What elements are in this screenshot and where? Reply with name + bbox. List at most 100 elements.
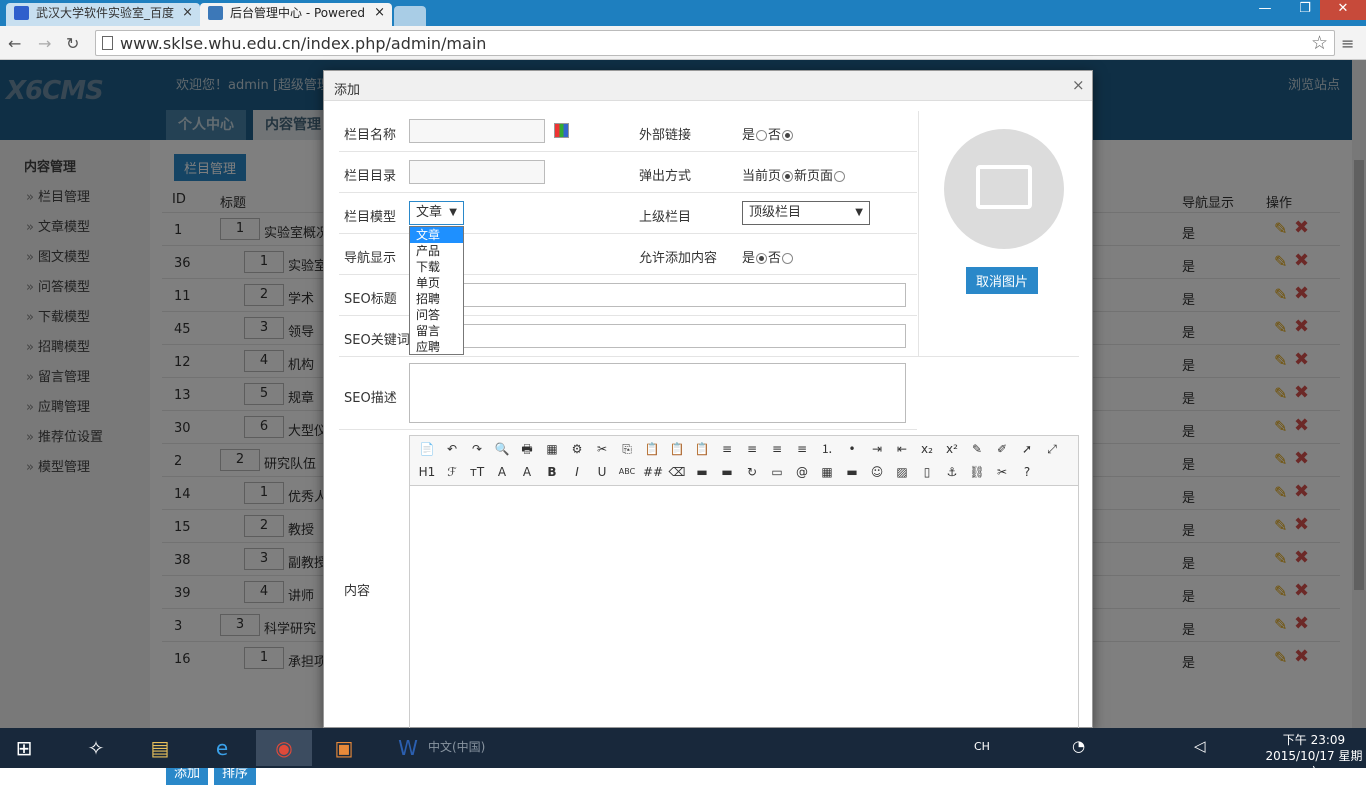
toolbar-paste-icon[interactable]: 📋: [643, 440, 661, 458]
toolbar-bold-icon[interactable]: B: [543, 463, 561, 481]
seo-keywords-input[interactable]: [409, 324, 906, 348]
model-option[interactable]: 单页: [410, 275, 463, 291]
model-option[interactable]: 问答: [410, 307, 463, 323]
toolbar-pagebreak-icon[interactable]: ▯: [918, 463, 936, 481]
toolbar-anchor-icon[interactable]: ⚓: [943, 463, 961, 481]
reload-icon[interactable]: ↻: [66, 34, 79, 53]
toolbar-emoticon-icon[interactable]: ☺: [868, 463, 886, 481]
toolbar-redo-icon[interactable]: ↷: [468, 440, 486, 458]
popup-current-radio[interactable]: [782, 171, 794, 182]
toolbar-attachment-icon[interactable]: @: [793, 463, 811, 481]
toolbar-align-center-icon[interactable]: ≡: [743, 440, 761, 458]
allow-no-radio[interactable]: [782, 253, 794, 264]
new-tab-button[interactable]: [394, 6, 426, 26]
bookmark-star-icon[interactable]: ☆: [1311, 32, 1328, 54]
toolbar-cut-icon[interactable]: ✂: [593, 440, 611, 458]
close-icon[interactable]: ×: [1072, 76, 1085, 94]
toolbar-table-icon[interactable]: ▦: [818, 463, 836, 481]
toolbar-indent-icon[interactable]: ⇥: [868, 440, 886, 458]
browser-tab-1[interactable]: 武汉大学软件实验室_百度 ×: [6, 3, 200, 26]
file-explorer-icon[interactable]: ▤: [132, 730, 188, 766]
allow-yes-radio[interactable]: [756, 253, 768, 264]
toolbar-align-right-icon[interactable]: ≡: [768, 440, 786, 458]
internet-explorer-icon[interactable]: e: [194, 730, 250, 766]
model-option[interactable]: 留言: [410, 323, 463, 339]
toolbar-media-icon[interactable]: ▭: [768, 463, 786, 481]
seo-title-input[interactable]: [409, 283, 906, 307]
close-window-icon[interactable]: ✕: [1320, 0, 1366, 20]
toolbar-template-icon[interactable]: ▦: [543, 440, 561, 458]
dir-input[interactable]: [409, 160, 545, 184]
minimize-icon[interactable]: —: [1250, 0, 1280, 20]
toolbar-copy-icon[interactable]: ⎘: [618, 440, 636, 458]
toolbar-link-icon[interactable]: ⛓: [968, 463, 986, 481]
color-picker-icon[interactable]: [554, 123, 569, 138]
toolbar-underline-icon[interactable]: U: [593, 463, 611, 481]
toolbar-hr-icon[interactable]: ▬: [843, 463, 861, 481]
cancel-image-button[interactable]: 取消图片: [966, 267, 1039, 294]
toolbar-font-color-icon[interactable]: A: [493, 463, 511, 481]
app-icon[interactable]: ▣: [316, 730, 372, 766]
toolbar-remove-format-icon[interactable]: ⌫: [668, 463, 686, 481]
toolbar-superscript-icon[interactable]: x²: [943, 440, 961, 458]
toolbar-justify-icon[interactable]: ≡: [793, 440, 811, 458]
toolbar-paste-text-icon[interactable]: 📋: [668, 440, 686, 458]
model-select[interactable]: 文章 ▼: [409, 201, 464, 225]
toolbar-help-icon[interactable]: ?: [1018, 463, 1036, 481]
browser-tab-2[interactable]: 后台管理中心 - Powered ×: [200, 3, 392, 26]
toolbar-image-icon[interactable]: ▬: [693, 463, 711, 481]
toolbar-multi-image-icon[interactable]: ▬: [718, 463, 736, 481]
toolbar-fullscreen-icon[interactable]: ⤢: [1043, 440, 1061, 458]
address-bar[interactable]: www.sklse.whu.edu.cn/index.php/admin/mai…: [95, 30, 1335, 56]
ext-link-yes-radio[interactable]: [756, 130, 768, 141]
toolbar-outdent-icon[interactable]: ⇤: [893, 440, 911, 458]
toolbar-undo-icon[interactable]: ↶: [443, 440, 461, 458]
toolbar-strikethrough-icon[interactable]: ABC: [618, 463, 636, 481]
toolbar-italic-icon[interactable]: I: [568, 463, 586, 481]
model-option[interactable]: 产品: [410, 243, 463, 259]
chrome-icon[interactable]: ◉: [256, 730, 312, 766]
clock[interactable]: 下午 23:09 2015/10/17 星期六: [1262, 732, 1366, 780]
toolbar-select-all-icon[interactable]: ➚: [1018, 440, 1036, 458]
toolbar-heading-icon[interactable]: H1: [418, 463, 436, 481]
model-option[interactable]: 应聘: [410, 339, 463, 355]
toolbar-font-family-icon[interactable]: ℱ: [443, 463, 461, 481]
forward-icon[interactable]: →: [38, 34, 51, 53]
toolbar-unlink-icon[interactable]: ✂: [993, 463, 1011, 481]
toolbar-print-icon[interactable]: 🖶: [518, 440, 536, 458]
close-tab-icon[interactable]: ×: [374, 3, 385, 23]
restore-icon[interactable]: ❐: [1290, 0, 1320, 20]
toolbar-line-height-icon[interactable]: ##: [643, 463, 663, 481]
toolbar-ordered-list-icon[interactable]: ⒈: [818, 440, 836, 458]
model-option[interactable]: 下载: [410, 259, 463, 275]
app-icon[interactable]: ✧: [68, 730, 124, 766]
popup-new-radio[interactable]: [834, 171, 846, 182]
rich-text-editor[interactable]: 📄 ↶ ↷ 🔍 🖶 ▦ ⚙ ✂ ⎘ 📋 📋 📋 ≡ ≡ ≡ ≡ ⒈ • ⇥ ⇤ x₂ x² ✎ ✐ ➚ ⤢ H1 ℱтT A A B I U AB…: [409, 435, 1079, 729]
ime-indicator[interactable]: CH: [974, 740, 990, 753]
toolbar-font-size-icon[interactable]: тT: [468, 463, 486, 481]
model-option[interactable]: 招聘: [410, 291, 463, 307]
toolbar-clear-format-icon[interactable]: ✐: [993, 440, 1011, 458]
toolbar-source-icon[interactable]: 📄: [418, 440, 436, 458]
toolbar-flash-icon[interactable]: ↻: [743, 463, 761, 481]
menu-icon[interactable]: ≡: [1341, 34, 1354, 53]
volume-icon[interactable]: ◁: [1194, 737, 1206, 755]
toolbar-code-icon[interactable]: ⚙: [568, 440, 586, 458]
toolbar-highlight-icon[interactable]: A: [518, 463, 536, 481]
toolbar-unordered-list-icon[interactable]: •: [843, 440, 861, 458]
parent-select[interactable]: 顶级栏目 ▼: [742, 201, 870, 225]
model-option[interactable]: 文章: [410, 227, 463, 243]
toolbar-insert-image-icon[interactable]: ▨: [893, 463, 911, 481]
wifi-icon[interactable]: ◔: [1072, 737, 1085, 755]
toolbar-format-brush-icon[interactable]: ✎: [968, 440, 986, 458]
seo-desc-textarea[interactable]: [409, 363, 906, 423]
ext-link-no-radio[interactable]: [782, 130, 794, 141]
toolbar-paste-word-icon[interactable]: 📋: [693, 440, 711, 458]
name-input[interactable]: [409, 119, 545, 143]
back-icon[interactable]: ←: [8, 34, 21, 53]
toolbar-subscript-icon[interactable]: x₂: [918, 440, 936, 458]
close-tab-icon[interactable]: ×: [182, 3, 193, 23]
toolbar-align-left-icon[interactable]: ≡: [718, 440, 736, 458]
start-windows-icon[interactable]: ⊞: [0, 730, 48, 766]
toolbar-preview-icon[interactable]: 🔍: [493, 440, 511, 458]
